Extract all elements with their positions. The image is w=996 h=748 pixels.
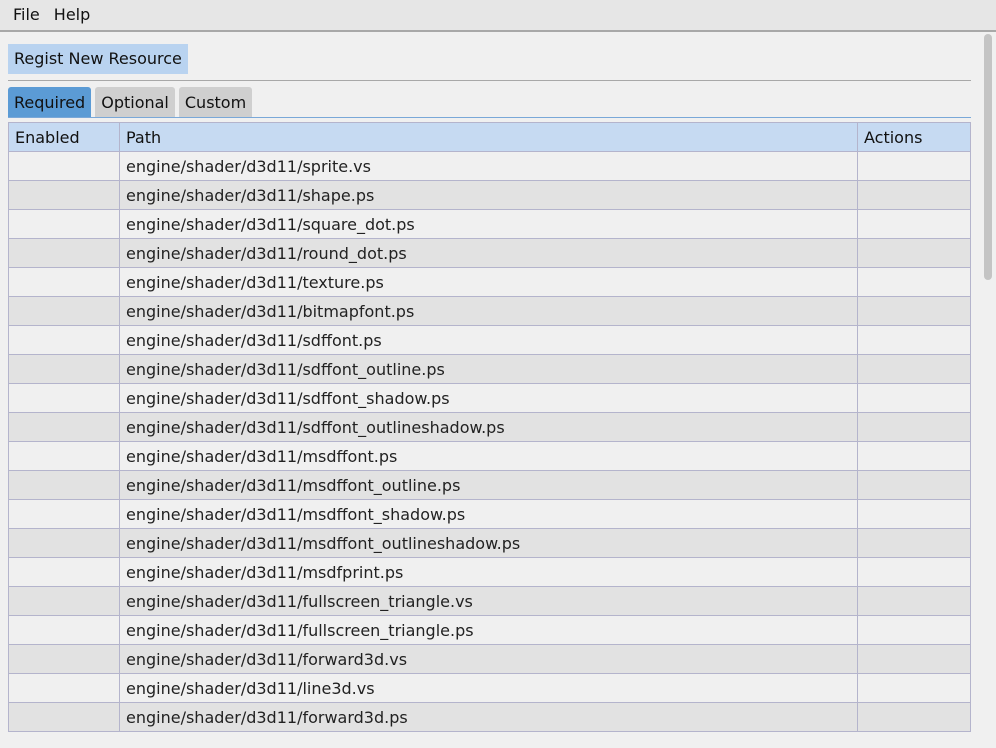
separator [8,80,971,81]
cell-path: engine/shader/d3d11/sdffont_outline.ps [119,354,858,384]
cell-enabled[interactable] [8,180,120,210]
cell-enabled[interactable] [8,354,120,384]
cell-path: engine/shader/d3d11/sdffont_outlineshado… [119,412,858,442]
cell-actions[interactable] [857,615,971,645]
cell-actions[interactable] [857,586,971,616]
table-row[interactable]: engine/shader/d3d11/sdffont.ps [8,325,971,355]
cell-actions[interactable] [857,702,971,732]
cell-path: engine/shader/d3d11/forward3d.ps [119,702,858,732]
table-row[interactable]: engine/shader/d3d11/forward3d.ps [8,702,971,732]
cell-actions[interactable] [857,528,971,558]
cell-enabled[interactable] [8,151,120,181]
cell-actions[interactable] [857,151,971,181]
cell-enabled[interactable] [8,499,120,529]
table-row[interactable]: engine/shader/d3d11/texture.ps [8,267,971,297]
table-row[interactable]: engine/shader/d3d11/msdffont_outline.ps [8,470,971,500]
cell-actions[interactable] [857,470,971,500]
cell-path: engine/shader/d3d11/msdffont_shadow.ps [119,499,858,529]
table-row[interactable]: engine/shader/d3d11/fullscreen_triangle.… [8,586,971,616]
cell-actions[interactable] [857,644,971,674]
tab-custom[interactable]: Custom [178,87,253,117]
cell-path: engine/shader/d3d11/line3d.vs [119,673,858,703]
cell-actions[interactable] [857,441,971,471]
tab-underline [8,117,971,118]
table-row[interactable]: engine/shader/d3d11/shape.ps [8,180,971,210]
cell-enabled[interactable] [8,412,120,442]
cell-enabled[interactable] [8,470,120,500]
cell-actions[interactable] [857,325,971,355]
header-enabled: Enabled [8,122,120,152]
cell-path: engine/shader/d3d11/round_dot.ps [119,238,858,268]
cell-path: engine/shader/d3d11/fullscreen_triangle.… [119,615,858,645]
cell-enabled[interactable] [8,383,120,413]
cell-actions[interactable] [857,499,971,529]
cell-path: engine/shader/d3d11/texture.ps [119,267,858,297]
scrollbar-thumb[interactable] [984,34,992,280]
table-row[interactable]: engine/shader/d3d11/sdffont_shadow.ps [8,383,971,413]
cell-path: engine/shader/d3d11/sprite.vs [119,151,858,181]
cell-actions[interactable] [857,383,971,413]
cell-path: engine/shader/d3d11/forward3d.vs [119,644,858,674]
menu-bar: File Help [0,0,996,32]
cell-enabled[interactable] [8,644,120,674]
cell-path: engine/shader/d3d11/fullscreen_triangle.… [119,586,858,616]
cell-path: engine/shader/d3d11/msdffont.ps [119,441,858,471]
vertical-scrollbar[interactable] [980,32,996,748]
tab-optional[interactable]: Optional [95,87,175,117]
cell-path: engine/shader/d3d11/sdffont_shadow.ps [119,383,858,413]
table-row[interactable]: engine/shader/d3d11/msdfprint.ps [8,557,971,587]
resource-table: Enabled Path Actions engine/shader/d3d11… [8,122,971,732]
table-row[interactable]: engine/shader/d3d11/msdffont_shadow.ps [8,499,971,529]
cell-path: engine/shader/d3d11/msdffont_outline.ps [119,470,858,500]
table-row[interactable]: engine/shader/d3d11/forward3d.vs [8,644,971,674]
cell-actions[interactable] [857,354,971,384]
cell-path: engine/shader/d3d11/msdffont_outlineshad… [119,528,858,558]
cell-actions[interactable] [857,209,971,239]
cell-actions[interactable] [857,557,971,587]
cell-actions[interactable] [857,673,971,703]
table-row[interactable]: engine/shader/d3d11/sdffont_outline.ps [8,354,971,384]
cell-path: engine/shader/d3d11/sdffont.ps [119,325,858,355]
cell-path: engine/shader/d3d11/shape.ps [119,180,858,210]
main-content: Regist New Resource Required Optional Cu… [0,32,980,748]
cell-enabled[interactable] [8,673,120,703]
table-row[interactable]: engine/shader/d3d11/line3d.vs [8,673,971,703]
cell-enabled[interactable] [8,325,120,355]
cell-enabled[interactable] [8,615,120,645]
cell-enabled[interactable] [8,267,120,297]
table-row[interactable]: engine/shader/d3d11/sprite.vs [8,151,971,181]
table-row[interactable]: engine/shader/d3d11/msdffont_outlineshad… [8,528,971,558]
cell-actions[interactable] [857,267,971,297]
cell-actions[interactable] [857,238,971,268]
cell-enabled[interactable] [8,441,120,471]
menu-file[interactable]: File [6,0,47,30]
table-row[interactable]: engine/shader/d3d11/sdffont_outlineshado… [8,412,971,442]
cell-path: engine/shader/d3d11/square_dot.ps [119,209,858,239]
table-row[interactable]: engine/shader/d3d11/msdffont.ps [8,441,971,471]
cell-actions[interactable] [857,296,971,326]
cell-actions[interactable] [857,412,971,442]
table-header-row: Enabled Path Actions [8,122,971,152]
table-row[interactable]: engine/shader/d3d11/round_dot.ps [8,238,971,268]
header-actions: Actions [857,122,971,152]
cell-enabled[interactable] [8,296,120,326]
header-path: Path [119,122,858,152]
regist-new-resource-button[interactable]: Regist New Resource [8,44,188,74]
cell-enabled[interactable] [8,238,120,268]
tab-bar: Required Optional Custom [8,87,253,117]
table-row[interactable]: engine/shader/d3d11/square_dot.ps [8,209,971,239]
cell-enabled[interactable] [8,586,120,616]
table-row[interactable]: engine/shader/d3d11/fullscreen_triangle.… [8,615,971,645]
cell-enabled[interactable] [8,702,120,732]
cell-enabled[interactable] [8,557,120,587]
tab-required[interactable]: Required [8,87,92,117]
cell-path: engine/shader/d3d11/msdfprint.ps [119,557,858,587]
cell-enabled[interactable] [8,528,120,558]
cell-path: engine/shader/d3d11/bitmapfont.ps [119,296,858,326]
cell-enabled[interactable] [8,209,120,239]
table-body: engine/shader/d3d11/sprite.vs engine/shad… [8,151,971,732]
cell-actions[interactable] [857,180,971,210]
table-row[interactable]: engine/shader/d3d11/bitmapfont.ps [8,296,971,326]
menu-help[interactable]: Help [47,0,97,30]
